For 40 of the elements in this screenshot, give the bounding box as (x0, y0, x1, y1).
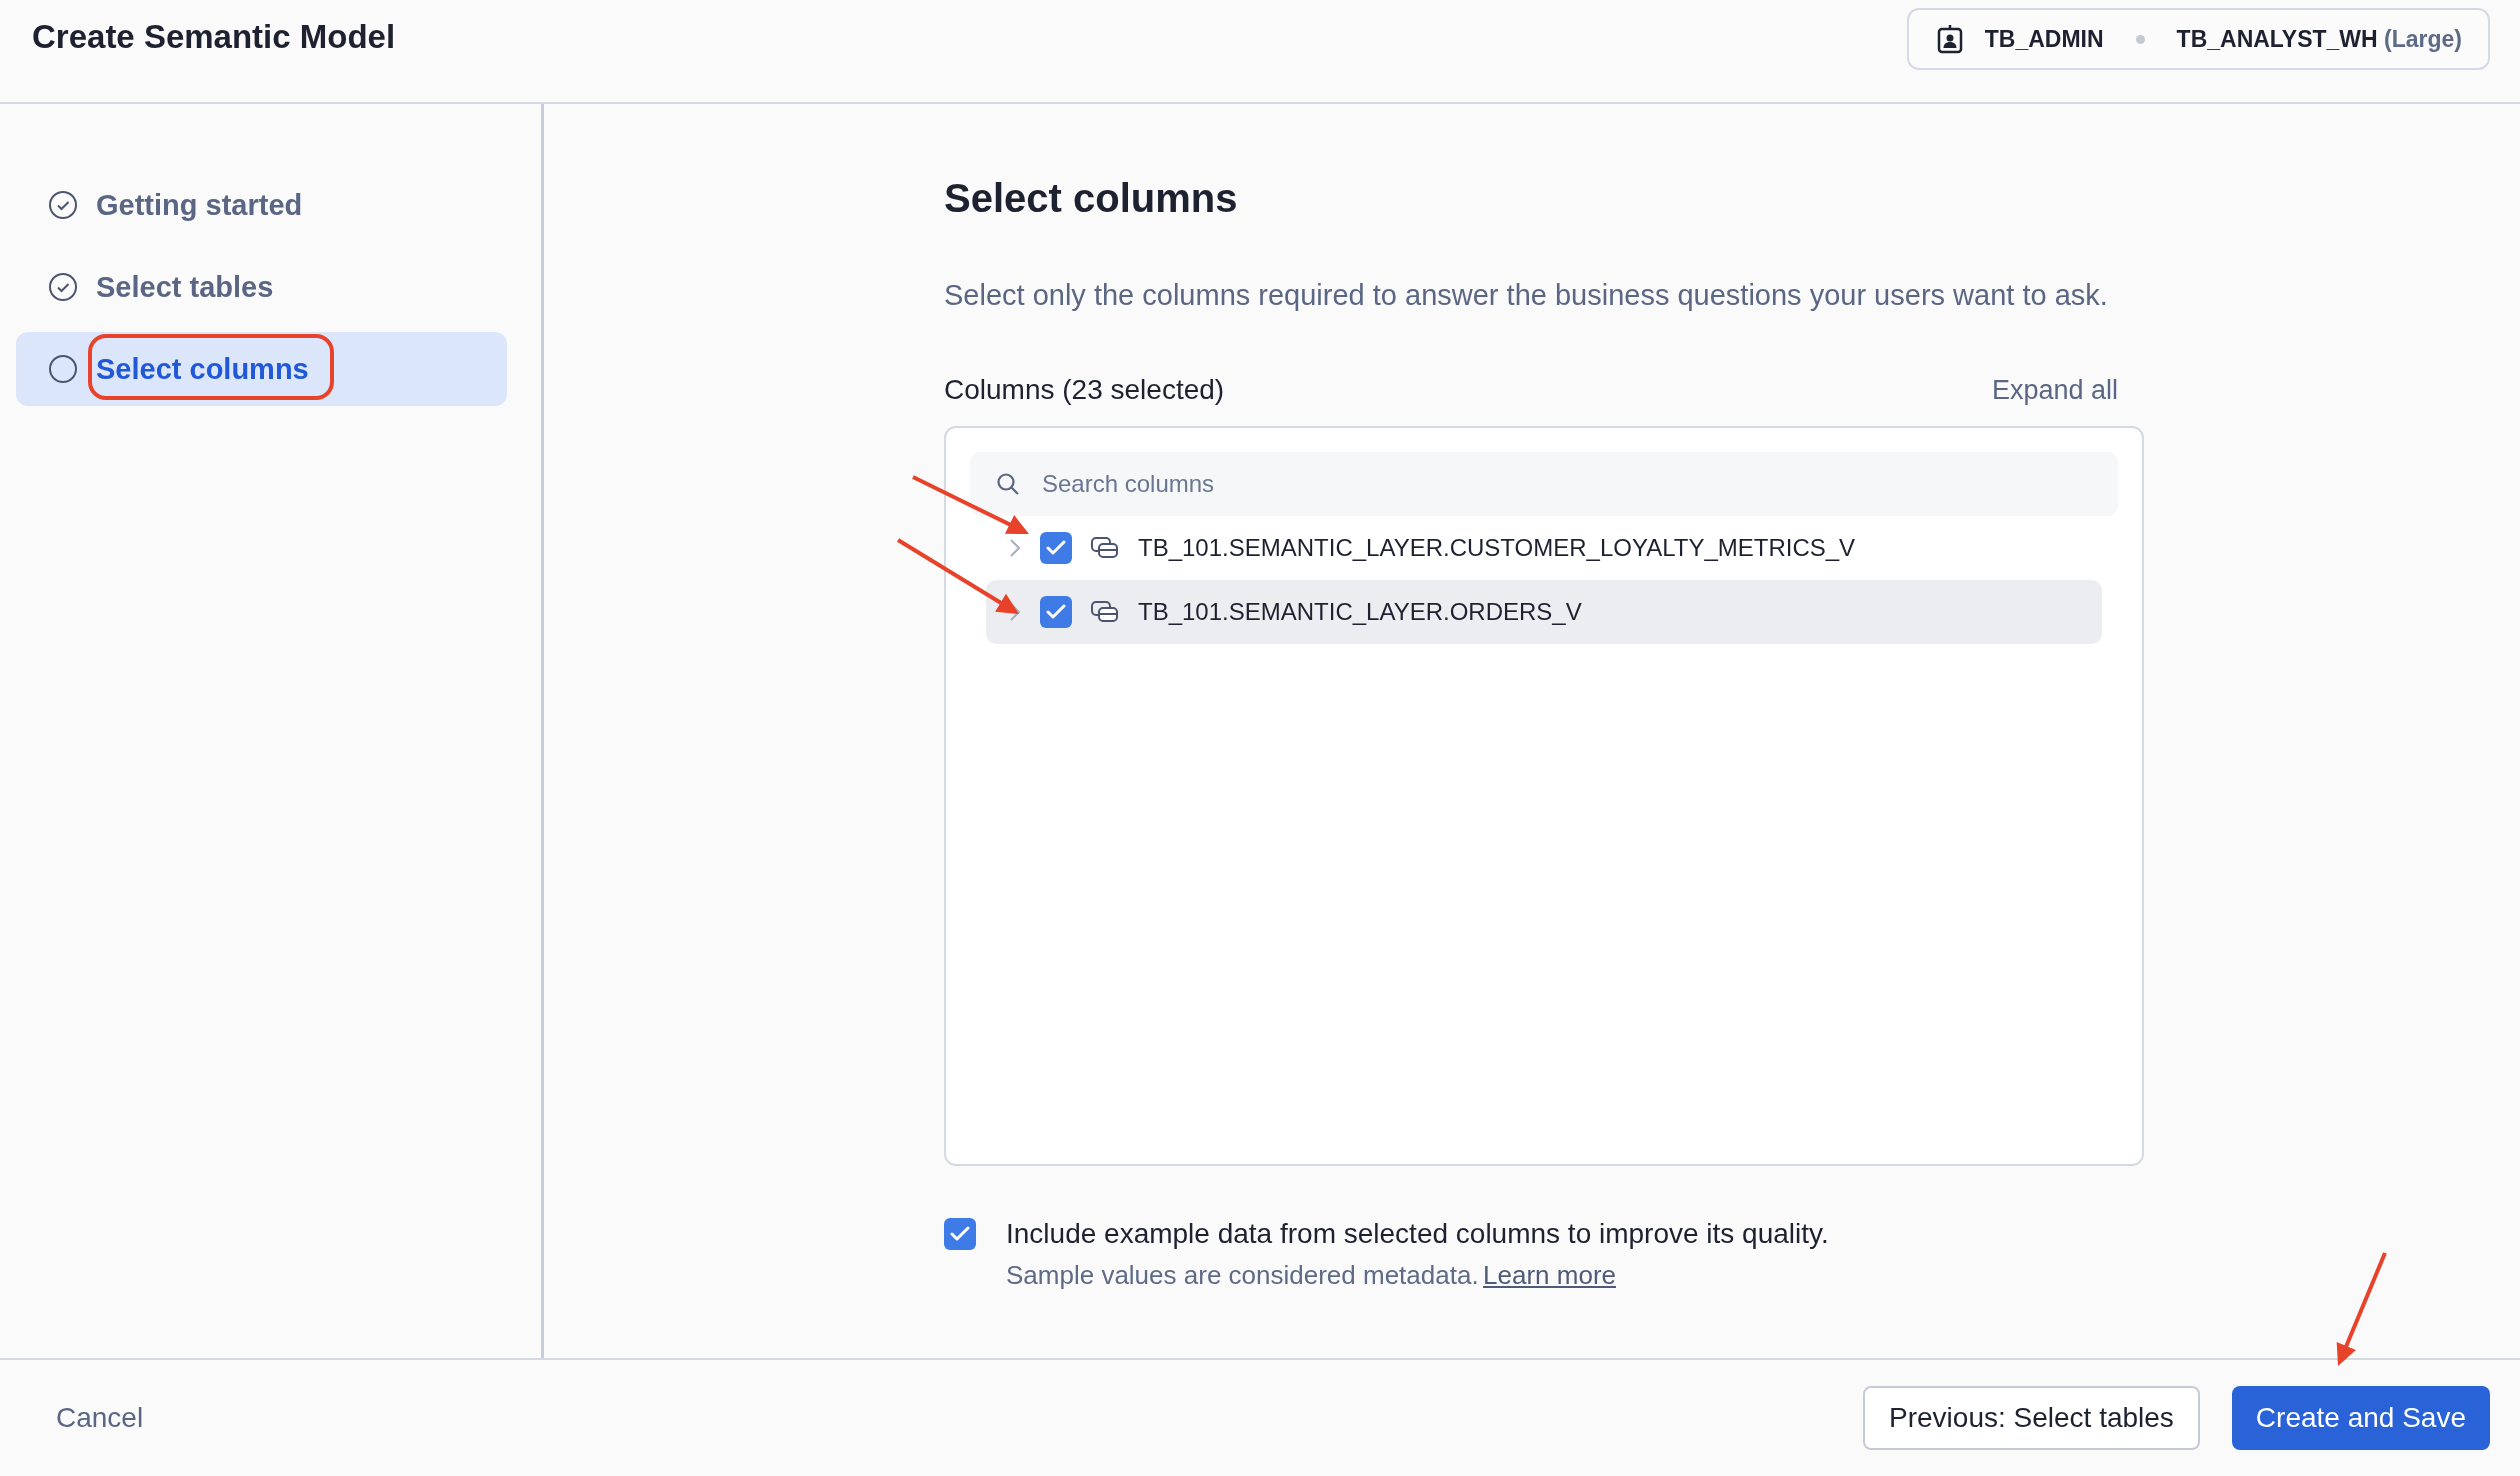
table-row[interactable]: TB_101.SEMANTIC_LAYER.ORDERS_V (986, 580, 2102, 644)
table-name: TB_101.SEMANTIC_LAYER.CUSTOMER_LOYALTY_METRICS_V (1138, 534, 1856, 562)
role-name: TB_ADMIN (1984, 25, 2104, 53)
circle-icon (48, 354, 78, 384)
step-label: Select tables (96, 270, 274, 304)
search-field[interactable]: Search columns (970, 452, 2118, 516)
wizard-step[interactable]: Getting started (16, 168, 507, 242)
section-description: Select only the columns required to answer the business questions your users want to ask. (944, 279, 2109, 312)
check-icon (1046, 604, 1066, 620)
check-circle-icon (48, 272, 78, 302)
context-selector[interactable]: TB_ADMIN TB_ANALYST_WH (Large) (1906, 8, 2490, 70)
wizard-step[interactable]: Select tables (16, 250, 507, 324)
create-and-save-button[interactable]: Create and Save (2231, 1386, 2490, 1450)
checkbox[interactable] (1040, 596, 1072, 628)
step-label: Select columns (96, 352, 309, 386)
separator-dot (2135, 34, 2145, 44)
checkbox[interactable] (944, 1218, 976, 1250)
checkbox[interactable] (1040, 532, 1072, 564)
cancel-button[interactable]: Cancel (56, 1402, 144, 1434)
helper-text: Sample values are considered metadata. (1006, 1260, 1479, 1290)
step-label: Getting started (96, 188, 303, 222)
window-title: Create Semantic Model (32, 18, 396, 56)
table-stack-icon (1090, 600, 1120, 624)
section-title: Select columns (944, 176, 1239, 221)
previous-button[interactable]: Previous: Select tables (1863, 1386, 2200, 1450)
search-icon (996, 472, 1020, 496)
learn-more-link[interactable]: Learn more (1483, 1260, 1617, 1290)
check-circle-icon (48, 190, 78, 220)
table-name: TB_101.SEMANTIC_LAYER.ORDERS_V (1138, 598, 1582, 626)
warehouse-name: TB_ANALYST_WH (Large) (2176, 25, 2462, 53)
wizard-step[interactable]: Select columns (16, 332, 507, 406)
table-row[interactable]: TB_101.SEMANTIC_LAYER.CUSTOMER_LOYALTY_METRICS_V (986, 516, 2102, 580)
columns-count-label: Columns (23 selected) (944, 374, 1225, 406)
check-icon (950, 1226, 970, 1242)
chevron-right-icon[interactable] (1008, 538, 1022, 558)
table-stack-icon (1090, 536, 1120, 560)
expand-all-link[interactable]: Expand all (1991, 374, 2118, 406)
user-badge-icon (1936, 24, 1963, 54)
check-icon (1046, 540, 1066, 556)
checkbox-label: Include example data from selected columns to improve its quality. (1006, 1218, 1829, 1250)
